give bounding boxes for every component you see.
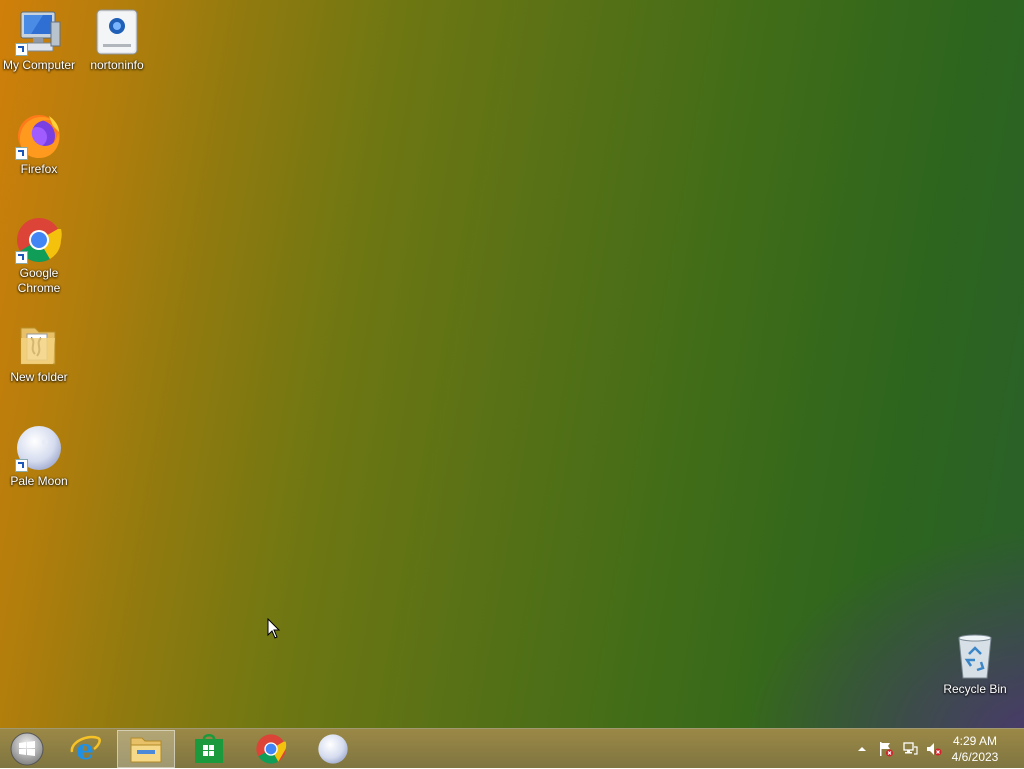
- shortcut-arrow-icon: [15, 43, 28, 56]
- desktop-icon-label: New folder: [10, 370, 68, 384]
- desktop-icon-label: Recycle Bin: [943, 682, 1007, 696]
- desktop-icon-pale-moon[interactable]: Pale Moon: [0, 424, 78, 489]
- desktop-icon-label: Firefox: [20, 162, 58, 176]
- system-tray: 4:29 AM 4/6/2023: [834, 729, 1024, 769]
- desktop-icon-new-folder[interactable]: New folder: [0, 320, 78, 385]
- desktop-icon-label: My Computer: [2, 58, 76, 72]
- taskbar-chrome-button[interactable]: [242, 730, 300, 768]
- clock[interactable]: 4:29 AM 4/6/2023: [946, 733, 1004, 765]
- network-icon[interactable]: [902, 741, 918, 757]
- pale-moon-icon: [15, 424, 63, 472]
- desktop-icon-label: nortoninfo: [90, 58, 144, 72]
- taskbar-file-explorer-button[interactable]: [117, 730, 175, 768]
- shortcut-arrow-icon: [15, 459, 28, 472]
- internet-explorer-icon: e: [70, 733, 101, 766]
- desktop-icon-nortoninfo[interactable]: nortoninfo: [78, 8, 156, 73]
- file-explorer-icon: [130, 737, 162, 763]
- folder-icon: [15, 320, 63, 368]
- clock-time: 4:29 AM: [952, 734, 998, 748]
- shortcut-arrow-icon: [15, 251, 28, 264]
- desktop-icon-my-computer[interactable]: My Computer: [0, 8, 78, 73]
- desktop-icon-label: Pale Moon: [10, 474, 68, 488]
- desktop-icon-firefox[interactable]: Firefox: [0, 112, 78, 177]
- mouse-cursor-icon: [267, 618, 281, 639]
- recycle-bin-icon: [951, 632, 999, 680]
- action-center-flag-icon[interactable]: [878, 741, 894, 757]
- taskbar-internet-explorer-button[interactable]: e: [56, 730, 114, 768]
- computer-icon: [15, 8, 63, 56]
- desktop-icon-google-chrome[interactable]: Google Chrome: [0, 216, 78, 296]
- shortcut-arrow-icon: [15, 147, 28, 160]
- taskbar-store-button[interactable]: [180, 730, 238, 768]
- volume-muted-icon[interactable]: [926, 741, 942, 757]
- chrome-icon: [256, 734, 287, 764]
- chrome-icon: [15, 216, 63, 264]
- clock-date: 4/6/2023: [951, 750, 999, 764]
- show-hidden-icons-icon[interactable]: [854, 741, 870, 757]
- taskbar-pale-moon-button[interactable]: [304, 730, 362, 768]
- desktop: My Computer nortoninfo Firefox Google Ch…: [0, 0, 1024, 728]
- store-icon: [195, 734, 223, 763]
- pale-moon-icon: [318, 734, 348, 764]
- taskbar: e 4:29 AM 4/6/2023: [0, 728, 1024, 768]
- desktop-icon-recycle-bin[interactable]: Recycle Bin: [936, 632, 1014, 697]
- start-icon: [10, 732, 44, 766]
- desktop-icon-label: Google Chrome: [17, 266, 61, 295]
- drive-icon: [93, 8, 141, 56]
- start-button[interactable]: [0, 730, 54, 768]
- firefox-icon: [15, 112, 63, 160]
